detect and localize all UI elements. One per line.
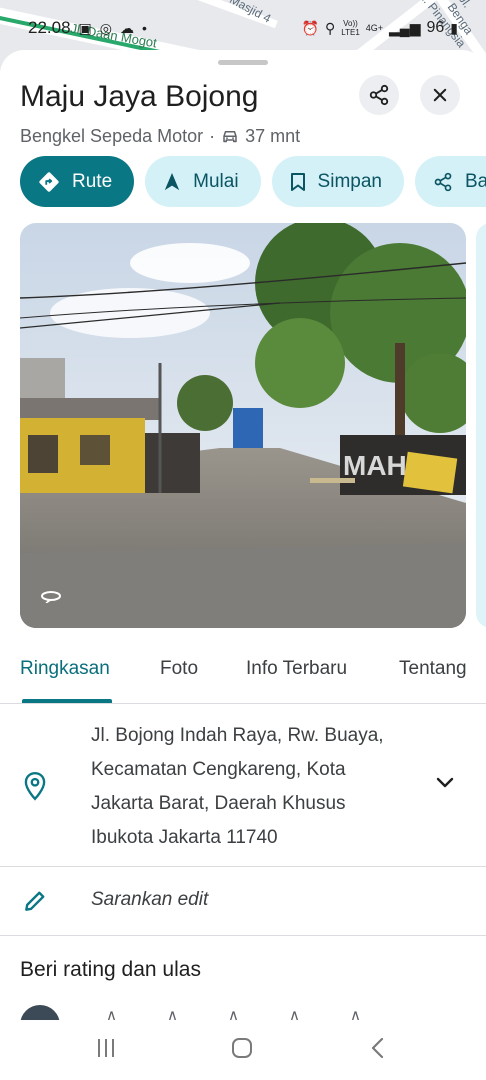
share-button[interactable] [359, 75, 399, 115]
alarm-icon: ⏰ [301, 19, 319, 36]
address-line: Ibukota Jakarta 11740 [91, 827, 278, 848]
chevron-down-icon[interactable] [434, 776, 456, 790]
street-view-image: MAH [20, 223, 466, 628]
address-line: Jl. Bojong Indah Raya, Rw. Buaya, [91, 725, 384, 746]
location-pin-icon [24, 771, 46, 801]
route-button[interactable]: Rute [20, 156, 135, 207]
start-label: Mulai [193, 170, 239, 192]
place-title: Maju Jaya Bojong [20, 80, 259, 113]
save-label: Simpan [317, 170, 382, 192]
battery-icon: ▮ [450, 19, 458, 36]
lte-label: LTE1 [341, 28, 360, 37]
volte-indicator: Vo)) LTE1 [341, 19, 360, 37]
share-chip-button[interactable]: Ba [414, 156, 486, 207]
home-icon[interactable] [230, 1036, 254, 1060]
status-bar: 22.08 ▣ ◎ ☁ • ⏰ ⚲ Vo)) LTE1 4G+ ▂▄▆ 96 ▮ [0, 0, 486, 56]
share-icon [433, 172, 453, 192]
dot-icon: • [142, 20, 147, 36]
next-photo-preview[interactable] [476, 223, 486, 628]
back-icon[interactable] [368, 1036, 388, 1060]
street-view-photo[interactable]: MAH [20, 223, 466, 628]
save-button[interactable]: Simpan [271, 156, 404, 207]
place-sheet: Maju Jaya Bojong Bengkel Sepeda Motor · … [0, 50, 486, 1080]
tab-foto[interactable]: Foto [160, 658, 198, 680]
recent-apps-icon[interactable] [94, 1036, 118, 1060]
whatsapp-icon: ◎ [99, 19, 112, 36]
start-button[interactable]: Mulai [145, 156, 261, 207]
route-label: Rute [72, 170, 113, 192]
tab-bar: Ringkasan Foto Info Terbaru Tentang [0, 644, 486, 704]
360-rotate-icon[interactable] [40, 589, 62, 608]
system-navigation-bar [0, 1020, 486, 1080]
address-line: Jakarta Barat, Daerah Khusus [91, 793, 346, 814]
drag-handle[interactable] [218, 60, 268, 65]
bookmark-icon [290, 172, 306, 192]
drive-time: 37 mnt [245, 126, 301, 146]
location-icon: ⚲ [324, 19, 336, 36]
notification-icon: ▣ [78, 19, 92, 36]
close-button[interactable] [420, 75, 460, 115]
active-tab-indicator [22, 699, 112, 703]
network-type: 4G+ [365, 23, 384, 33]
tab-tentang[interactable]: Tentang [399, 658, 467, 680]
share-icon [369, 84, 389, 106]
tab-ringkasan[interactable]: Ringkasan [20, 658, 110, 680]
subtitle-separator: · [209, 126, 216, 146]
cloud-icon: ☁ [120, 19, 134, 36]
pencil-icon [25, 891, 45, 911]
tab-info-terbaru[interactable]: Info Terbaru [246, 658, 347, 680]
volte-label: Vo)) [343, 19, 358, 28]
suggest-edit-label: Sarankan edit [91, 889, 209, 910]
address-text: Jl. Bojong Indah Raya, Rw. Buaya, Kecama… [91, 719, 421, 855]
address-row[interactable]: Jl. Bojong Indah Raya, Rw. Buaya, Kecama… [0, 705, 486, 867]
rating-section-title: Beri rating dan ulas [20, 958, 201, 981]
battery-percent: 96 [426, 19, 445, 36]
place-subtitle: Bengkel Sepeda Motor · 37 mnt [20, 126, 300, 147]
car-icon [223, 130, 237, 142]
directions-icon [38, 171, 60, 193]
place-category: Bengkel Sepeda Motor [20, 126, 204, 146]
status-time: 22.08 [28, 18, 71, 37]
address-line: Kecamatan Cengkareng, Kota [91, 759, 346, 780]
close-icon [433, 88, 447, 102]
banner-text: MAH [343, 450, 407, 481]
suggest-edit-row[interactable]: Sarankan edit [0, 868, 486, 936]
action-chips: Rute Mulai Simpan Ba [20, 156, 486, 207]
signal-icon: ▂▄▆ [389, 19, 421, 36]
navigation-arrow-icon [163, 172, 181, 192]
share-label: Ba [464, 170, 486, 192]
